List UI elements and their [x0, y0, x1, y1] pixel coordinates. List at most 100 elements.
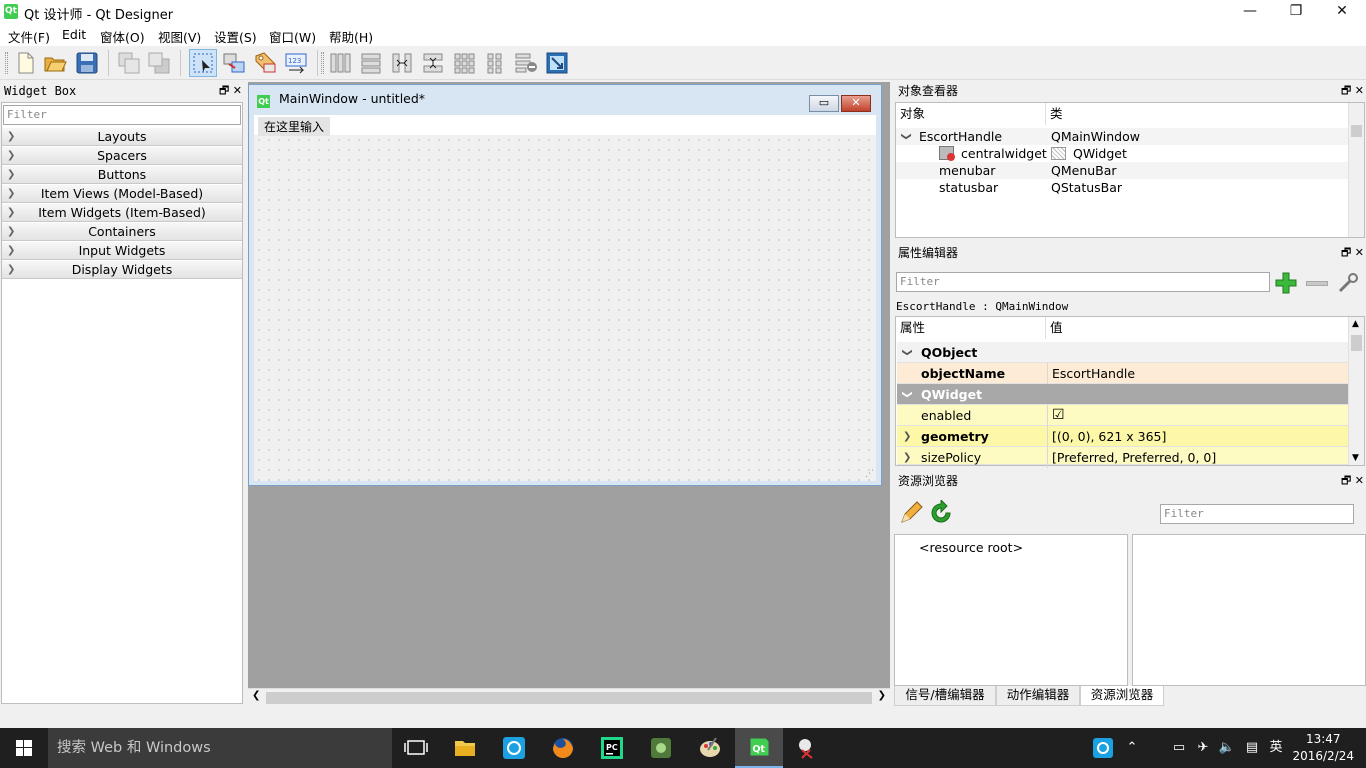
lay-out-horizontally-icon[interactable]	[327, 50, 353, 76]
scroll-thumb[interactable]	[1351, 335, 1362, 351]
save-icon[interactable]	[74, 50, 100, 76]
type-here-menu-entry[interactable]: 在这里输入	[258, 117, 331, 136]
add-property-icon[interactable]	[1274, 271, 1298, 295]
dock-close-icon[interactable]: ✕	[1355, 474, 1364, 487]
action-center-icon[interactable]: ▤	[1240, 728, 1264, 768]
property-row-sizepolicy[interactable]: ❯ sizePolicy [Preferred, Preferred, 0, 0…	[897, 447, 1349, 468]
toolbar-grip[interactable]	[5, 52, 8, 74]
size-grip-icon[interactable]: ⋰	[865, 469, 874, 479]
toolbar-grip-2[interactable]	[321, 52, 324, 74]
menu-form[interactable]: 窗体(O)	[100, 27, 145, 46]
remove-property-icon[interactable]	[1306, 281, 1328, 286]
dock-close-icon[interactable]: ✕	[1355, 246, 1364, 259]
object-row[interactable]: centralwidget QWidget	[896, 145, 1348, 162]
category-item-views[interactable]: ❯ Item Views (Model-Based)	[2, 185, 242, 203]
object-row[interactable]: statusbar QStatusBar	[896, 179, 1348, 196]
scroll-up-icon[interactable]: ▲	[1352, 319, 1359, 329]
form-window[interactable]: Qt MainWindow - untitled* ▭ ✕ 在这里输入 ⋰	[248, 84, 882, 486]
category-spacers[interactable]: ❯ Spacers	[2, 147, 242, 165]
property-group-qobject[interactable]: ❯ QObject	[897, 342, 1349, 363]
dock-float-icon[interactable]: 🗗	[1341, 246, 1351, 259]
dock-close-icon[interactable]: ✕	[233, 84, 242, 97]
reload-icon[interactable]	[928, 500, 954, 526]
ime-indicator[interactable]: 英	[1266, 728, 1286, 768]
object-row[interactable]: ❯ EscortHandle QMainWindow	[896, 128, 1348, 145]
category-display-widgets[interactable]: ❯ Display Widgets	[2, 261, 242, 279]
form-minimize-button[interactable]: ▭	[809, 95, 839, 112]
col-property-header[interactable]: 属性	[896, 317, 1046, 339]
menu-help[interactable]: 帮助(H)	[329, 27, 373, 46]
file-explorer-icon[interactable]	[441, 728, 489, 768]
show-hidden-icons-chevron-icon[interactable]: ⌃	[1122, 728, 1142, 768]
taskbar-search-input[interactable]: 搜索 Web 和 Windows	[48, 728, 392, 768]
resource-root-item[interactable]: <resource root>	[919, 539, 1023, 556]
dock-close-icon[interactable]: ✕	[1355, 84, 1364, 97]
break-layout-icon[interactable]	[513, 50, 539, 76]
property-row-objectname[interactable]: objectName EscortHandle	[897, 363, 1349, 384]
col-object-header[interactable]: 对象	[896, 103, 1046, 125]
new-file-icon[interactable]	[12, 50, 38, 76]
network-icon[interactable]: ✈	[1192, 728, 1214, 768]
lay-out-grid-icon[interactable]	[451, 50, 477, 76]
task-view-icon[interactable]	[392, 728, 440, 768]
enabled-checkbox[interactable]: ☑	[1047, 405, 1349, 426]
scroll-left-icon[interactable]: ❮	[252, 690, 260, 701]
splitter-horizontal-icon[interactable]	[389, 50, 415, 76]
widget-box-filter-input[interactable]: Filter	[3, 105, 241, 125]
property-row-geometry[interactable]: ❯ geometry [(0, 0), 621 x 365]	[897, 426, 1349, 447]
snipping-tool-icon[interactable]	[784, 728, 832, 768]
qt-designer-taskbar-icon[interactable]: Qt	[735, 728, 783, 768]
property-row-enabled[interactable]: enabled ☑	[897, 405, 1349, 426]
pycharm-icon[interactable]: PC	[588, 728, 636, 768]
scroll-right-icon[interactable]: ❯	[878, 690, 886, 701]
cortana-app-icon[interactable]	[490, 728, 538, 768]
battery-icon[interactable]: ▭	[1168, 728, 1190, 768]
minimize-button[interactable]: —	[1227, 0, 1273, 24]
dock-float-icon[interactable]: 🗗	[219, 84, 229, 97]
object-row[interactable]: menubar QMenuBar	[896, 162, 1348, 179]
volume-icon[interactable]: 🔈	[1216, 728, 1238, 768]
open-folder-icon[interactable]	[42, 50, 68, 76]
edit-buddies-icon[interactable]	[252, 50, 278, 76]
menu-file[interactable]: 文件(F)	[8, 27, 50, 46]
lay-out-form-icon[interactable]	[482, 50, 508, 76]
edit-signals-slots-icon[interactable]	[221, 50, 247, 76]
resource-filter-input[interactable]: Filter	[1160, 504, 1354, 524]
lay-out-vertically-icon[interactable]	[358, 50, 384, 76]
evernote-icon[interactable]	[637, 728, 685, 768]
property-group-qwidget[interactable]: ❯ QWidget	[897, 384, 1349, 405]
tray-app-icon[interactable]	[1090, 728, 1116, 768]
property-scrollbar[interactable]: ▲ ▼	[1348, 317, 1364, 465]
menu-view[interactable]: 视图(V)	[158, 27, 201, 46]
adjust-size-icon[interactable]	[544, 50, 570, 76]
form-close-button[interactable]: ✕	[841, 95, 871, 112]
menu-edit[interactable]: Edit	[62, 27, 86, 42]
configure-wrench-icon[interactable]	[1336, 271, 1360, 295]
edit-tab-order-icon[interactable]: 123	[283, 50, 309, 76]
menu-settings[interactable]: 设置(S)	[214, 27, 257, 46]
scroll-down-icon[interactable]: ▼	[1352, 453, 1359, 463]
edit-widgets-icon[interactable]	[189, 49, 217, 77]
tab-action-editor[interactable]: 动作编辑器	[996, 686, 1080, 706]
windows-start-icon[interactable]	[0, 728, 48, 768]
object-inspector-scrollbar[interactable]	[1348, 103, 1364, 237]
splitter-vertical-icon[interactable]	[420, 50, 446, 76]
bring-to-front-icon[interactable]	[116, 50, 142, 76]
category-buttons[interactable]: ❯ Buttons	[2, 166, 242, 184]
resource-tree[interactable]: <resource root>	[894, 534, 1128, 686]
col-class-header[interactable]: 类	[1046, 103, 1348, 125]
edit-resources-pencil-icon[interactable]	[898, 500, 924, 526]
taskbar-clock[interactable]: 13:47 2016/2/24	[1292, 731, 1354, 765]
menu-window[interactable]: 窗口(W)	[269, 27, 316, 46]
restore-button[interactable]: ❐	[1273, 0, 1319, 24]
category-item-widgets[interactable]: ❯ Item Widgets (Item-Based)	[2, 204, 242, 222]
dock-float-icon[interactable]: 🗗	[1341, 84, 1351, 97]
tab-signal-slot-editor[interactable]: 信号/槽编辑器	[894, 686, 996, 706]
firefox-icon[interactable]	[539, 728, 587, 768]
category-layouts[interactable]: ❯ Layouts	[2, 128, 242, 146]
horizontal-scrollbar[interactable]: ❮ ❯	[248, 688, 890, 706]
resource-list[interactable]	[1132, 534, 1366, 686]
category-containers[interactable]: ❯ Containers	[2, 223, 242, 241]
scroll-thumb[interactable]	[266, 692, 872, 704]
tab-resource-browser[interactable]: 资源浏览器	[1080, 686, 1164, 706]
